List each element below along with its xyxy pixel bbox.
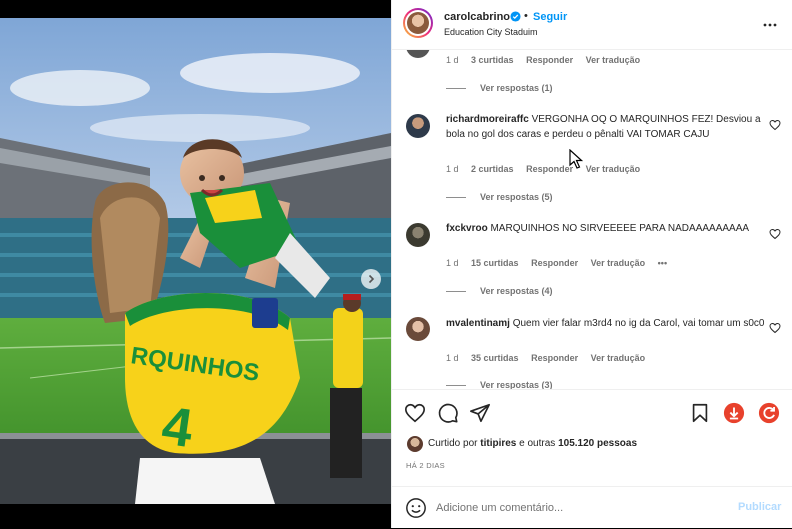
comment-likes[interactable]: 15 curtidas (471, 258, 519, 268)
translate-button[interactable]: Ver tradução (586, 55, 641, 65)
view-replies-label: Ver respostas (4) (480, 286, 553, 296)
liked-mid: e outras (519, 438, 556, 449)
reply-button[interactable]: Responder (526, 55, 573, 65)
heart-icon[interactable] (769, 322, 781, 334)
post-photo[interactable]: RQUINHOS 4 (0, 18, 391, 504)
download-icon[interactable] (723, 402, 745, 424)
view-replies-button[interactable]: Ver respostas (3) (446, 380, 553, 389)
comment-body: MARQUINHOS NO SIRVEEEEE PARA NADAAAAAAAA… (490, 223, 750, 234)
comment-username[interactable]: richardmoreiraffc (446, 114, 529, 125)
author-username[interactable]: carolcabrino (444, 11, 510, 23)
comment-meta: 1 d 35 curtidas Responder Ver tradução (446, 353, 655, 363)
comment-meta: 1 d 3 curtidas Responder Ver tradução (446, 55, 650, 65)
view-replies-button[interactable]: Ver respostas (1) (446, 83, 553, 93)
heart-icon[interactable] (769, 119, 781, 131)
view-replies-label: Ver respostas (1) (480, 83, 553, 93)
comment-text: richardmoreiraffc VERGONHA OQ O MARQUINH… (446, 113, 766, 142)
view-replies-label: Ver respostas (5) (480, 192, 553, 202)
translate-button[interactable]: Ver tradução (586, 164, 641, 174)
comment-body: Quem vier falar m3rd4 no ig da Carol, va… (512, 318, 765, 329)
post-actions: Curtido por titipires e outras 105.120 p… (392, 389, 792, 528)
comment-time: 1 d (446, 258, 459, 268)
translate-button[interactable]: Ver tradução (591, 258, 646, 268)
post-time: HÁ 2 DIAS (406, 461, 445, 470)
comment-time: 1 d (446, 353, 459, 363)
comment-likes[interactable]: 3 curtidas (471, 55, 514, 65)
comment-likes[interactable]: 2 curtidas (471, 164, 514, 174)
comments-list[interactable]: 1 d 3 curtidas Responder Ver tradução Ve… (392, 50, 792, 389)
comment-meta: 1 d 15 curtidas Responder Ver tradução •… (446, 258, 677, 268)
comment-likes[interactable]: 35 curtidas (471, 353, 519, 363)
comment-time: 1 d (446, 164, 459, 174)
comment-avatar[interactable] (406, 114, 430, 138)
author-avatar[interactable] (403, 8, 433, 38)
comment-username[interactable]: mvalentinamj (446, 318, 510, 329)
post-side-panel: carolcabrino • Seguir Education City Sta… (391, 0, 792, 528)
view-replies-label: Ver respostas (3) (480, 380, 553, 389)
refresh-icon[interactable] (758, 402, 780, 424)
publish-button[interactable]: Publicar (738, 501, 781, 513)
liked-count[interactable]: 105.120 pessoas (558, 438, 637, 449)
header-separator: • (524, 10, 528, 22)
view-replies-button[interactable]: Ver respostas (5) (446, 192, 553, 202)
comment-more-button[interactable]: ••• (658, 258, 667, 268)
reply-button[interactable]: Responder (531, 353, 578, 363)
more-options-icon[interactable] (762, 17, 778, 33)
translate-button[interactable]: Ver tradução (591, 353, 646, 363)
comment-text: fxckvroo MARQUINHOS NO SIRVEEEEE PARA NA… (446, 222, 766, 237)
bookmark-icon[interactable] (689, 402, 711, 424)
carousel-next-button[interactable] (361, 269, 381, 289)
comment-username[interactable]: fxckvroo (446, 223, 488, 234)
post-header: carolcabrino • Seguir Education City Sta… (392, 0, 792, 50)
heart-icon[interactable] (404, 402, 426, 424)
app-frame: RQUINHOS 4 carolcabrino • Seguir Educati… (0, 0, 792, 528)
comment-avatar[interactable] (406, 50, 430, 58)
likes-summary[interactable]: Curtido por titipires e outras 105.120 p… (428, 438, 637, 449)
comment-input[interactable] (436, 498, 726, 518)
comment-avatar[interactable] (406, 317, 430, 341)
share-icon[interactable] (469, 402, 491, 424)
chevron-right-icon (368, 274, 375, 284)
liked-prefix: Curtido por (428, 438, 478, 449)
stadium-photo: RQUINHOS 4 (0, 18, 391, 504)
liked-by-avatar[interactable] (407, 436, 423, 452)
emoji-icon[interactable] (405, 497, 427, 519)
reply-button[interactable]: Responder (526, 164, 573, 174)
comment-meta: 1 d 2 curtidas Responder Ver tradução (446, 164, 650, 174)
comment-time: 1 d (446, 55, 459, 65)
comment-text: mvalentinamj Quem vier falar m3rd4 no ig… (446, 317, 766, 332)
post-location[interactable]: Education City Staduim (444, 27, 538, 37)
view-replies-button[interactable]: Ver respostas (4) (446, 286, 553, 296)
comment-avatar[interactable] (406, 223, 430, 247)
verified-icon (510, 11, 521, 22)
comment-composer: Publicar (392, 486, 792, 529)
comment-icon[interactable] (437, 402, 459, 424)
liked-user[interactable]: titipires (480, 438, 516, 449)
reply-button[interactable]: Responder (531, 258, 578, 268)
follow-button[interactable]: Seguir (533, 11, 567, 23)
heart-icon[interactable] (769, 228, 781, 240)
